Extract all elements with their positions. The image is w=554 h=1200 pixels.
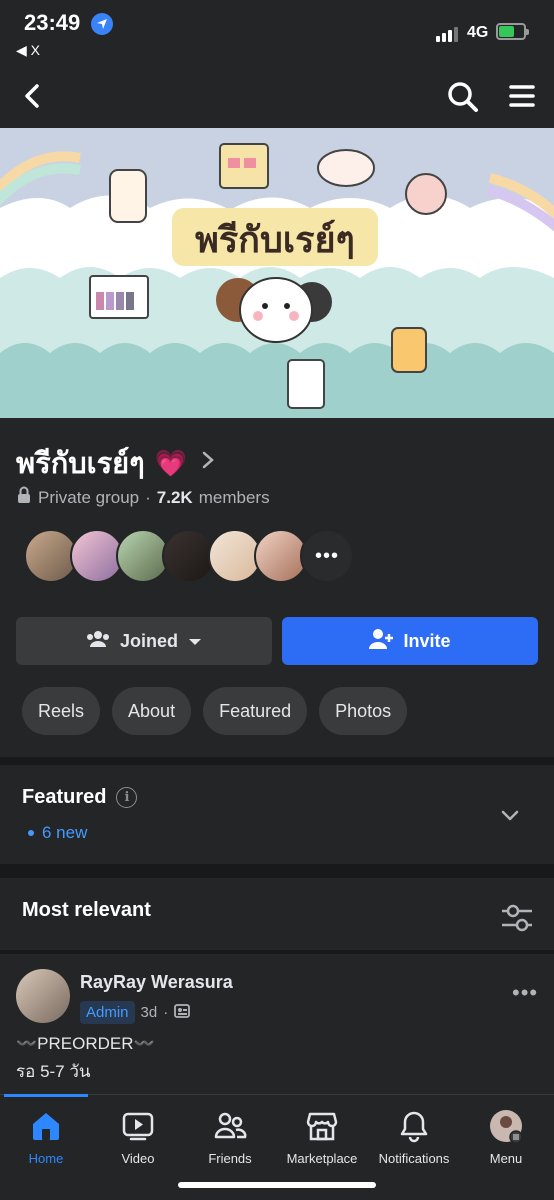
bell-icon — [400, 1111, 428, 1143]
post-time[interactable]: 3d — [141, 1004, 158, 1021]
tab-friends[interactable]: Friends — [184, 1109, 276, 1166]
featured-section-title: Featured i — [22, 786, 138, 809]
featured-new-count: 6 new — [28, 823, 87, 843]
post-meta: Admin 3d · — [80, 1001, 191, 1024]
tab-home[interactable]: Home — [0, 1109, 92, 1166]
member-count: 7.2K — [156, 487, 193, 507]
cover-title-text: พรีกับเรย์ๆ — [195, 219, 355, 261]
post-text-line: 〰️PREORDER〰️ — [16, 1034, 155, 1053]
invite-label: Invite — [403, 630, 451, 651]
caret-down-icon — [188, 631, 202, 652]
joined-group-icon — [86, 629, 110, 654]
pink-heart-icon: 💗 — [154, 447, 188, 478]
members-label: members — [198, 487, 270, 507]
post-author-avatar[interactable] — [16, 969, 70, 1023]
friends-icon — [214, 1112, 247, 1139]
featured-new-label: 6 new — [42, 823, 88, 842]
filter-sliders-icon[interactable] — [500, 902, 534, 934]
status-bar: 23:49 ◀ X 4G — [0, 0, 554, 64]
section-divider — [0, 950, 554, 954]
chip-featured[interactable]: Featured — [203, 687, 308, 735]
home-icon — [33, 1113, 59, 1140]
joined-label: Joined — [119, 630, 178, 651]
back-arrow-icon[interactable] — [18, 80, 48, 112]
top-nav — [0, 64, 554, 128]
hamburger-menu-icon[interactable] — [508, 82, 536, 110]
chip-reels[interactable]: Reels — [22, 687, 101, 735]
profile-menu-icon — [490, 1110, 523, 1143]
active-tab-indicator — [4, 1094, 88, 1097]
tab-label: Menu — [489, 1151, 523, 1166]
post-text-line: รอ 5-7 วัน — [16, 1062, 91, 1081]
tab-label: Home — [28, 1151, 64, 1166]
post-author-name[interactable]: RayRay Werasura — [80, 972, 233, 993]
section-divider — [0, 864, 554, 878]
section-divider — [0, 757, 554, 765]
more-members-avatar: ••• — [300, 529, 354, 583]
tab-label: Video — [121, 1151, 155, 1166]
invite-button[interactable]: Invite — [282, 617, 538, 665]
tab-label: Notifications — [378, 1151, 450, 1166]
group-tabs: Reels About Featured Photos — [22, 687, 408, 735]
group-name: พรีกับเรย์ๆ — [16, 448, 145, 480]
location-arrow-icon — [91, 13, 113, 35]
group-cover-photo[interactable]: พรีกับเรย์ๆ — [0, 128, 554, 418]
tab-video[interactable]: Video — [92, 1109, 184, 1166]
expand-chevron-icon[interactable] — [500, 805, 520, 825]
more-dots-icon: ••• — [314, 544, 339, 567]
chip-photos[interactable]: Photos — [319, 687, 408, 735]
add-person-icon — [369, 628, 394, 655]
status-time: 23:49 — [24, 10, 81, 35]
video-icon — [122, 1112, 154, 1141]
group-audience-icon — [174, 1003, 191, 1023]
network-type: 4G — [467, 24, 489, 41]
post-more-options-icon[interactable]: ••• — [512, 980, 538, 1006]
chevron-right-icon — [201, 450, 215, 476]
chip-about[interactable]: About — [112, 687, 192, 735]
sort-label[interactable]: Most relevant — [22, 899, 151, 922]
featured-title: Featured — [22, 786, 107, 808]
home-indicator[interactable] — [178, 1182, 376, 1188]
joined-button[interactable]: Joined — [16, 617, 272, 665]
tab-label: Marketplace — [286, 1151, 358, 1166]
tab-menu[interactable]: Menu — [460, 1109, 552, 1166]
tab-marketplace[interactable]: Marketplace — [276, 1109, 368, 1166]
marketplace-icon — [306, 1112, 338, 1141]
info-icon[interactable]: i — [116, 787, 138, 808]
new-dot-icon — [28, 830, 34, 836]
battery-icon — [496, 23, 529, 40]
tab-notifications[interactable]: Notifications — [368, 1109, 460, 1166]
group-title[interactable]: พรีกับเรย์ๆ 💗 — [16, 440, 215, 486]
privacy-label: Private group — [38, 487, 140, 507]
tab-label: Friends — [208, 1151, 252, 1166]
search-icon[interactable] — [446, 80, 480, 114]
lock-icon — [16, 486, 32, 509]
admin-badge: Admin — [80, 1001, 135, 1024]
back-to-app-link[interactable]: ◀ X — [16, 42, 40, 59]
group-meta: Private group · 7.2K members — [16, 486, 270, 509]
signal-icon — [436, 27, 458, 42]
